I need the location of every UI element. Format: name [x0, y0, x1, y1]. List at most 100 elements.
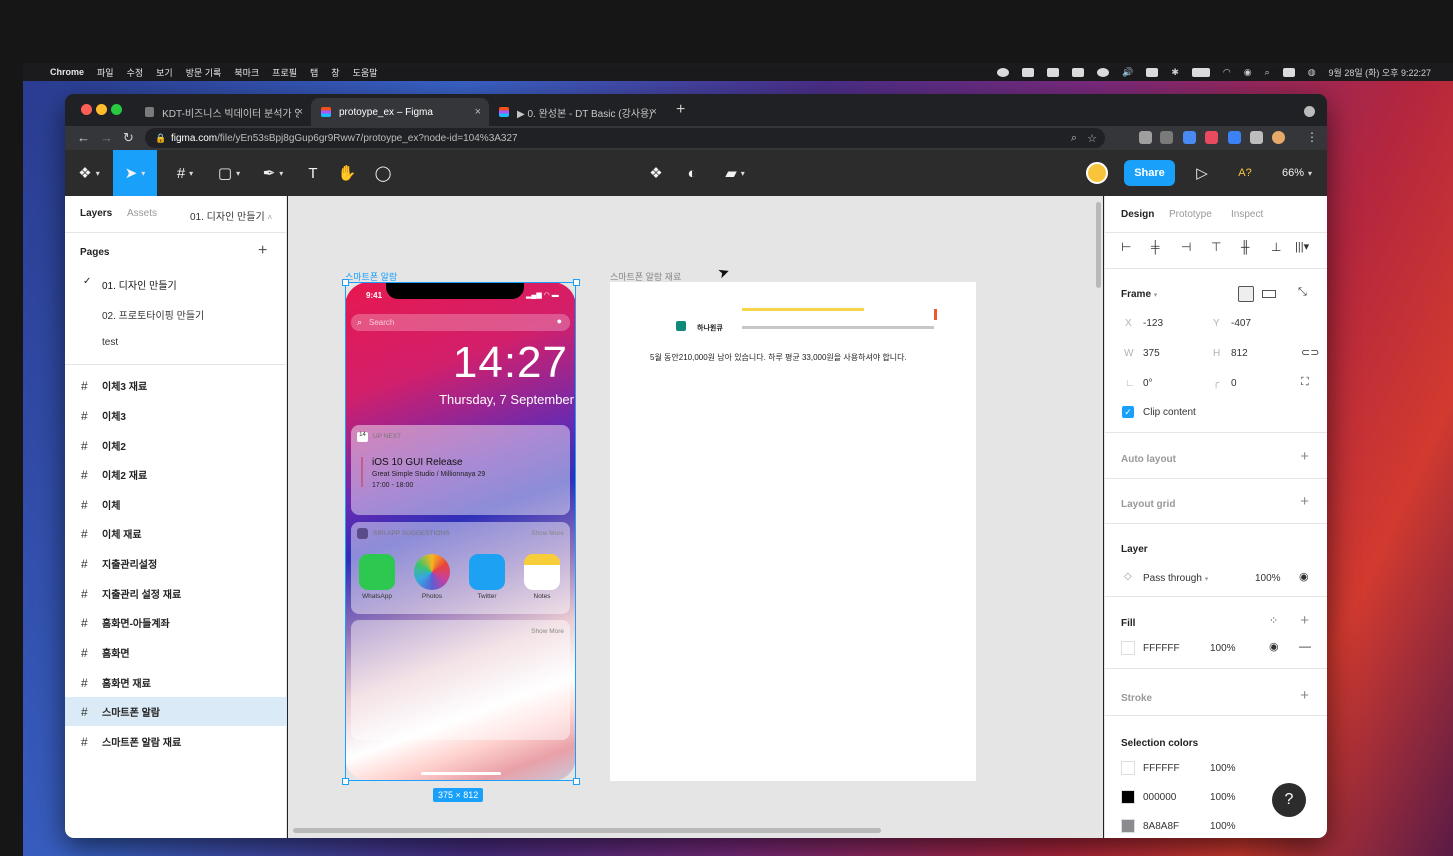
mask-button[interactable]: ◐ — [679, 150, 705, 196]
page-switcher[interactable]: 01. 디자인 만들기 ˄ — [190, 208, 272, 223]
siri-suggestions-widget[interactable]: SIRI APP SUGGESTIONS Show More WhatsApp … — [351, 522, 570, 614]
bluetooth-icon[interactable]: ✱ — [1171, 67, 1179, 78]
app-twitter[interactable]: Twitter — [469, 554, 505, 600]
align-bottom-icon[interactable]: ⊥ — [1271, 240, 1281, 254]
share-button[interactable]: Share — [1124, 160, 1175, 186]
close-tab-icon[interactable]: × — [475, 106, 481, 118]
dropbox-icon[interactable] — [1022, 67, 1035, 77]
new-tab-button[interactable]: + — [676, 101, 685, 119]
eye-icon[interactable]: ◉ — [1269, 640, 1279, 653]
resize-handle[interactable] — [573, 778, 580, 785]
clip-content-checkbox[interactable]: ✓ — [1122, 406, 1134, 418]
resize-handle[interactable] — [342, 279, 349, 286]
tab-assets[interactable]: Assets — [127, 208, 157, 219]
menu-bookmarks[interactable]: 북마크 — [234, 66, 259, 79]
input-source-icon[interactable] — [1146, 67, 1159, 77]
control-center-icon[interactable] — [1282, 67, 1295, 77]
chrome-menu-icon[interactable]: ⋮ — [1306, 130, 1318, 144]
extension-v-icon[interactable] — [1139, 131, 1152, 144]
menubar-clock[interactable]: 9월 28일 (화) 오후 9:22:27 — [1329, 66, 1431, 79]
layer-item-selected[interactable]: # 스마트폰 알람 — [65, 697, 287, 726]
missing-fonts-button[interactable]: A? — [1233, 150, 1257, 196]
lockscreen-search[interactable]: ⌕ Search ● — [351, 314, 570, 331]
add-layout-grid-icon[interactable]: + — [1300, 493, 1309, 510]
align-left-icon[interactable]: ⊢ — [1121, 240, 1131, 254]
browser-tab-kdt[interactable]: KDT-비즈니스 빅데이터 분석가 양성 × — [135, 98, 311, 126]
selection-color-swatch[interactable] — [1121, 790, 1135, 804]
show-more-link[interactable]: Show More — [531, 628, 564, 635]
selection-color-opacity[interactable]: 100% — [1210, 821, 1236, 832]
app-whatsapp[interactable]: WhatsApp — [359, 554, 395, 600]
move-tool-button[interactable]: ➤ ▾ — [113, 150, 157, 196]
menu-tab[interactable]: 탭 — [310, 66, 318, 79]
siri-icon[interactable]: ◍ — [1308, 67, 1316, 78]
page-item-design[interactable]: 01. 디자인 만들기 — [102, 277, 177, 292]
selection-color-hex[interactable]: 000000 — [1143, 792, 1176, 803]
comment-tool-button[interactable]: ◯ — [369, 150, 397, 196]
text-tool-button[interactable]: T — [299, 150, 327, 196]
distribute-icon[interactable]: |||▾ — [1295, 240, 1309, 253]
layer-item[interactable]: # 홈화면 — [65, 638, 287, 667]
horizontal-scrollbar[interactable] — [293, 828, 881, 833]
page-item-test[interactable]: test — [102, 337, 118, 348]
frame-tool-button[interactable]: # ▾ — [167, 150, 203, 196]
resize-handle[interactable] — [573, 279, 580, 286]
menu-file[interactable]: 파일 — [97, 66, 114, 79]
x-input[interactable]: -123 — [1143, 318, 1163, 329]
empty-widget[interactable]: Show More — [351, 620, 570, 740]
layer-item[interactable]: # 홈화면 재료 — [65, 668, 287, 697]
layer-item[interactable]: # 지출관리 설정 재료 — [65, 579, 287, 608]
corner-radius-input[interactable]: 0 — [1231, 378, 1237, 389]
selection-color-opacity[interactable]: 100% — [1210, 763, 1236, 774]
close-tab-icon[interactable]: × — [297, 106, 303, 118]
help-button[interactable]: ? — [1272, 783, 1306, 817]
close-tab-icon[interactable]: × — [651, 106, 657, 118]
tab-layers[interactable]: Layers — [80, 208, 112, 219]
width-input[interactable]: 375 — [1143, 348, 1160, 359]
align-right-icon[interactable]: ⊣ — [1181, 240, 1191, 254]
create-component-button[interactable]: ❖ — [643, 150, 669, 196]
fill-opacity-input[interactable]: 100% — [1210, 643, 1236, 654]
extension-c-icon[interactable] — [1160, 131, 1173, 144]
align-center-h-icon[interactable]: ╪ — [1151, 240, 1160, 254]
screen-record-icon[interactable] — [1047, 67, 1060, 77]
present-button[interactable]: ▷ — [1191, 150, 1213, 196]
creative-cloud-icon[interactable] — [997, 67, 1010, 77]
battery-icon[interactable] — [1191, 67, 1210, 77]
browser-tab-figma[interactable]: protoype_ex – Figma × — [311, 98, 489, 126]
material-frame[interactable]: 하나원큐 5월 동안210,000원 남아 있습니다. 하루 평균 33,000… — [610, 282, 976, 781]
add-stroke-icon[interactable]: + — [1300, 687, 1309, 704]
address-bar[interactable]: 🔒 figma.com/file/yEn53sBpj8gGup6gr9Rww7/… — [145, 128, 1105, 148]
layer-item[interactable]: # 이체3 재료 — [65, 371, 287, 400]
vertical-scrollbar[interactable] — [1096, 202, 1101, 288]
upnext-widget[interactable]: 14 UP NEXT iOS 10 GUI Release Great Simp… — [351, 425, 570, 515]
page-item-prototyping[interactable]: 02. 프로토타이핑 만들기 — [102, 307, 204, 322]
independent-corners-icon[interactable]: ⛶ — [1301, 376, 1309, 389]
add-fill-icon[interactable]: + — [1300, 612, 1309, 629]
menu-history[interactable]: 방문 기록 — [186, 66, 222, 79]
y-input[interactable]: -407 — [1231, 318, 1251, 329]
selection-color-swatch[interactable] — [1121, 761, 1135, 775]
resize-handle[interactable] — [342, 778, 349, 785]
frame-section-label[interactable]: Frame ▾ — [1121, 289, 1157, 300]
app-notes[interactable]: Notes — [524, 554, 560, 600]
layer-item[interactable]: # 이체2 재료 — [65, 460, 287, 489]
add-auto-layout-icon[interactable]: + — [1300, 448, 1309, 465]
layer-item[interactable]: # 이체 — [65, 490, 287, 519]
spotlight-search-icon[interactable]: ⌕ — [1265, 67, 1270, 78]
layer-item[interactable]: # 홈화면-아들계좌 — [65, 608, 287, 637]
zoom-menu-button[interactable]: 66% ▾ — [1275, 150, 1319, 196]
selection-color-hex[interactable]: 8A8A8F — [1143, 821, 1179, 832]
portrait-orientation-icon[interactable] — [1238, 286, 1254, 302]
align-center-v-icon[interactable]: ╫ — [1241, 240, 1250, 254]
add-page-icon[interactable]: + — [258, 242, 267, 260]
zoom-lens-icon[interactable]: ⌕ — [1071, 132, 1077, 145]
landscape-orientation-icon[interactable] — [1262, 290, 1276, 298]
layer-item[interactable]: # 이체2 — [65, 431, 287, 460]
pen-tool-button[interactable]: ✒ ▾ — [255, 150, 291, 196]
hand-tool-button[interactable]: ✋ — [333, 150, 361, 196]
resize-to-fit-icon[interactable]: ⤡ — [1298, 286, 1307, 299]
boolean-button[interactable]: ▰ ▾ — [717, 150, 753, 196]
fill-swatch[interactable] — [1121, 641, 1135, 655]
menu-view[interactable]: 보기 — [156, 66, 173, 79]
